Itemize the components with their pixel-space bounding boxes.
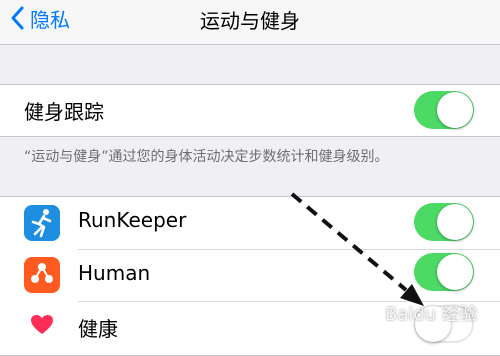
apps-group: RunKeeper Human 健康 bbox=[0, 196, 500, 356]
app-name: RunKeeper bbox=[78, 208, 187, 232]
fitness-footnote: “运动与健身”通过您的身体活动决定步数统计和健身级别。 bbox=[24, 149, 389, 165]
human-dots-icon bbox=[24, 257, 60, 293]
baidu-watermark: Baidu 经验 bbox=[385, 304, 478, 325]
app-name: 健康 bbox=[78, 317, 118, 341]
heart-icon bbox=[24, 307, 60, 343]
runkeeper-toggle[interactable] bbox=[414, 203, 474, 241]
fitness-tracking-row: 健身跟踪 bbox=[0, 85, 500, 137]
fitness-tracking-group: 健身跟踪 bbox=[0, 84, 500, 137]
toggle-knob bbox=[437, 254, 473, 290]
fitness-tracking-toggle[interactable] bbox=[414, 91, 474, 129]
app-name: Human bbox=[78, 261, 151, 285]
page-title: 运动与健身 bbox=[200, 9, 300, 33]
app-row-runkeeper: RunKeeper bbox=[0, 197, 500, 249]
toggle-knob bbox=[437, 92, 473, 128]
navigation-bar: 隐私 运动与健身 bbox=[0, 0, 500, 45]
runner-icon bbox=[24, 205, 60, 241]
toggle-knob bbox=[437, 204, 473, 240]
app-row-human: Human bbox=[0, 250, 500, 302]
human-toggle[interactable] bbox=[414, 253, 474, 291]
fitness-tracking-label: 健身跟踪 bbox=[24, 100, 104, 124]
